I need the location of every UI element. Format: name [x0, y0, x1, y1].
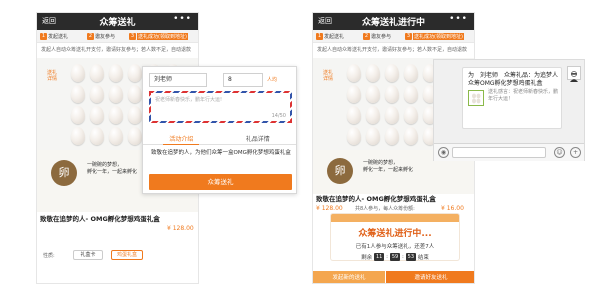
countdown-hours: 11: [374, 253, 385, 261]
message-placeholder: 祝老师新春快乐，鹏年行大运!: [155, 97, 223, 103]
brand-poem: 一碗碗的梦想， 孵化一年，一起来孵化: [363, 160, 414, 173]
tab-gift-details[interactable]: 礼品详情: [220, 134, 297, 143]
step-indicator: 1 发起送礼 2 邀友参与 3 送礼成功(领取到地址): [313, 30, 474, 43]
option-row: 性质: 礼盒卡 鸡蛋礼盒: [37, 249, 198, 263]
step-3: 3 送礼成功(领取到地址): [405, 33, 464, 40]
activity-description: 致敬在追梦的人，为他们众筹一盒OMG孵化梦想鸡蛋礼盒: [151, 150, 291, 156]
brand-logo: 卵: [327, 158, 353, 184]
char-counter: 14/50: [271, 113, 286, 119]
progress-title: 众筹送礼进行中...: [358, 229, 432, 239]
crowdfund-submit-button[interactable]: 众筹送礼: [149, 174, 292, 190]
invite-friends-button[interactable]: 邀请好友送礼: [386, 271, 474, 283]
share-card-bubble[interactable]: 为 刘老师 众筹礼品：为追梦人众筹OMG孵化梦想鸡蛋礼盒 送礼感言：祝老师新春快…: [462, 67, 562, 129]
option-egg-box[interactable]: 鸡蛋礼盒: [111, 250, 143, 260]
top-bar: 返回 众筹送礼进行中 •••: [313, 13, 474, 30]
message-textarea[interactable]: 祝老师新春快乐，鹏年行大运! 14/50: [149, 91, 292, 123]
gift-details-label: 送礼详情: [47, 70, 58, 82]
step-2: 2 邀友参与: [87, 33, 116, 40]
chat-share-preview: 为 刘老师 众筹礼品：为追梦人众筹OMG孵化梦想鸡蛋礼盒 送礼感言：祝老师新春快…: [433, 59, 585, 161]
option-label: 性质:: [43, 253, 55, 259]
plus-icon[interactable]: +: [570, 147, 581, 158]
recipient-name-field[interactable]: 刘老师: [149, 73, 207, 87]
countdown-minutes: 59: [390, 253, 400, 261]
progress-banner: 众筹送礼进行中... 已有1人参与众筹送礼，还差7人 剩余 11: 59: 53…: [331, 214, 459, 261]
step-hint: 发起人自动众筹送礼开支付，邀请好友参与；若人数不足，自动退款: [317, 47, 468, 53]
product-title: 致敬在追梦的人- OMG孵化梦想鸡蛋礼盒: [40, 215, 160, 223]
dialog-tabs: 活动介绍 礼品详情: [143, 131, 296, 145]
total-price: ¥ 128.00: [316, 205, 343, 212]
countdown-seconds: 53: [405, 253, 416, 261]
per-person-price: ¥ 16.00: [441, 205, 464, 212]
share-card-thumbnail: [468, 90, 484, 106]
progress-status: 已有1人参与众筹送礼，还差7人: [355, 244, 435, 250]
step-2: 2 邀友参与: [363, 33, 392, 40]
chat-input-bar: ◉ ☺ +: [434, 143, 584, 161]
brand-poem: 一碗碗的梦想， 孵化一年，一起来孵化: [87, 162, 138, 175]
more-icon[interactable]: •••: [449, 14, 468, 24]
product-price: ¥ 128.00: [167, 225, 194, 232]
share-card-subtitle: 送礼感言：祝老师新春快乐，鹏年行大运！: [488, 89, 559, 102]
option-gift-card[interactable]: 礼盒卡: [73, 250, 103, 260]
participant-count-field[interactable]: 8: [223, 73, 263, 87]
chat-input[interactable]: [452, 147, 546, 158]
step-3: 3 送礼成功(领取到地址): [129, 33, 188, 40]
new-gift-button[interactable]: 发起新的送礼: [313, 271, 385, 283]
share-card-title: 为 刘老师 众筹礼品：为追梦人众筹OMG孵化梦想鸡蛋礼盒: [468, 72, 559, 87]
step-indicator: 1 发起送礼 2 邀友参与 3 送礼成功(领取到地址): [37, 30, 198, 43]
count-unit: 人均: [267, 77, 278, 83]
step-1: 1 发起送礼: [316, 33, 345, 40]
top-bar: 返回 众筹送礼 •••: [37, 13, 198, 30]
crowdfund-dialog: 刘老师 8 人均 祝老师新春快乐，鹏年行大运! 14/50 活动介绍 礼品详情 …: [142, 66, 297, 194]
voice-icon[interactable]: ◉: [438, 147, 449, 158]
share-info: 共8人参与，每人众筹份额:: [355, 206, 415, 212]
brand-logo: 卵: [51, 160, 77, 186]
gift-details-label: 送礼详情: [323, 70, 334, 82]
active-tab-indicator: [163, 144, 199, 145]
step-hint: 发起人自动众筹送礼开支付，邀请好友参与；若人数不足，自动退款: [41, 47, 192, 53]
avatar: [567, 66, 581, 82]
emoji-icon[interactable]: ☺: [554, 147, 565, 158]
step-1: 1 发起送礼: [40, 33, 69, 40]
tab-activity-intro[interactable]: 活动介绍: [143, 134, 220, 143]
countdown: 剩余 11: 59: 53 结束: [361, 253, 429, 261]
product-title: 致敬在追梦的人- OMG孵化梦想鸡蛋礼盒: [316, 195, 436, 203]
more-icon[interactable]: •••: [173, 14, 192, 24]
